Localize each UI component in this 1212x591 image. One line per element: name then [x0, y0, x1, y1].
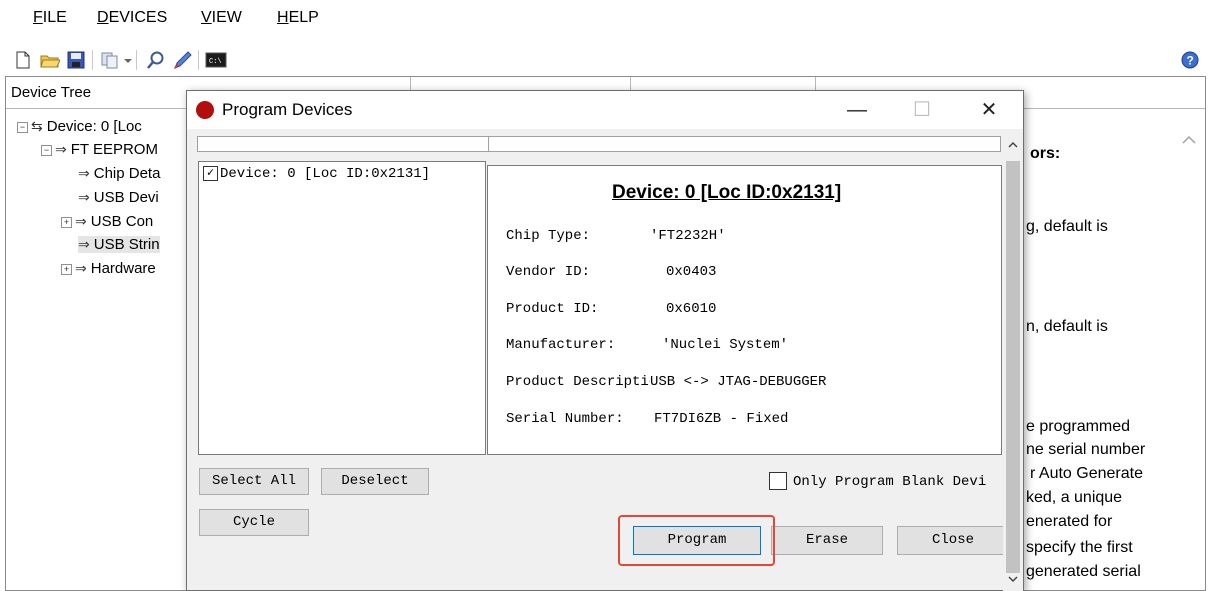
highlight-box — [618, 515, 775, 566]
dialog-title: Program Devices — [222, 100, 353, 119]
dialog-scrollbar[interactable] — [1003, 135, 1023, 591]
menu-view[interactable]: VIEW — [201, 9, 242, 27]
tree-item-chip-details[interactable]: ⇒ Chip Deta — [78, 165, 160, 182]
arrow-right-icon: ⇒ — [78, 189, 90, 205]
toolbar-separator — [198, 50, 199, 70]
tree-item-device[interactable]: − ⇆ Device: 0 [Loc — [17, 118, 142, 135]
close-button[interactable]: Close — [897, 526, 1009, 555]
erase-button[interactable]: Erase — [771, 526, 883, 555]
dialog-header-strip — [197, 136, 1001, 152]
device-checkbox[interactable]: ✓ — [203, 166, 218, 181]
expand-icon[interactable]: + — [61, 216, 72, 228]
svg-text:?: ? — [1187, 54, 1194, 68]
only-program-blank-checkbox[interactable]: Only Program Blank Devi — [769, 472, 1001, 491]
app-icon — [196, 101, 214, 119]
device-list-item[interactable]: ✓ Device: 0 [Loc ID:0x2131] — [203, 166, 430, 182]
info-text-line: enerated for — [1026, 513, 1113, 530]
svg-text:C:\: C:\ — [209, 58, 222, 66]
field-label: Product Descriptio — [506, 374, 650, 390]
tree-item-usb-strings[interactable]: ⇒ USB Strin — [78, 236, 160, 253]
select-all-button[interactable]: Select All — [199, 468, 309, 495]
arrow-right-icon: ⇒ — [78, 236, 90, 252]
field-label: Chip Type: — [506, 228, 591, 244]
vendor-id-value: 0x0403 — [666, 264, 717, 280]
device-info-panel: Device: 0 [Loc ID:0x2131] Chip Type: 'FT… — [487, 165, 1002, 455]
manufacturer-value: 'Nuclei System' — [662, 337, 789, 353]
arrow-right-icon: ⇒ — [55, 141, 67, 157]
arrow-right-icon: ⇒ — [75, 260, 87, 276]
product-description-value: USB <-> JTAG-DEBUGGER — [650, 374, 827, 390]
cycle-button[interactable]: Cycle — [199, 509, 309, 536]
info-text-line: ne serial number — [1026, 441, 1146, 458]
info-text-line: e programmed — [1026, 418, 1131, 435]
collapse-icon[interactable]: − — [17, 121, 28, 133]
info-text-line: generated serial — [1026, 563, 1141, 580]
info-text-line: ors: — [1030, 145, 1061, 162]
product-id-value: 0x6010 — [666, 301, 717, 317]
dialog-title-bar[interactable]: Program Devices — ☐ ✕ — [187, 91, 1023, 129]
field-label: Manufacturer: — [506, 337, 616, 353]
program-devices-dialog: Program Devices — ☐ ✕ ✓ Device: 0 [Loc ID… — [186, 90, 1024, 591]
scroll-up-icon[interactable] — [1176, 130, 1202, 150]
checkbox-box[interactable] — [769, 472, 787, 491]
chip-type-value: 'FT2232H' — [650, 228, 726, 244]
tree-item-usb-config[interactable]: + ⇒ USB Con — [61, 213, 153, 230]
console-icon[interactable]: C:\ — [205, 50, 227, 70]
tree-item-hardware[interactable]: + ⇒ Hardware — [61, 260, 156, 277]
device-heading: Device: 0 [Loc ID:0x2131] — [612, 182, 842, 203]
arrow-right-icon: ⇒ — [75, 213, 87, 229]
scroll-down-icon[interactable] — [1003, 571, 1023, 589]
deselect-button[interactable]: Deselect — [321, 468, 429, 495]
maximize-button[interactable]: ☐ — [902, 95, 942, 125]
usb-icon: ⇆ — [31, 118, 43, 134]
info-text-line: n, default is — [1026, 318, 1108, 335]
device-list[interactable]: ✓ Device: 0 [Loc ID:0x2131] — [198, 161, 486, 455]
menu-file[interactable]: FILE — [33, 9, 67, 27]
scrollbar-thumb[interactable] — [1006, 161, 1020, 573]
field-label: Vendor ID: — [506, 264, 591, 280]
menu-devices[interactable]: DEVICES — [97, 9, 167, 27]
tree-item-ft-eeprom[interactable]: − ⇒ FT EEPROM — [41, 141, 158, 158]
tree-item-usb-device[interactable]: ⇒ USB Devi — [78, 189, 159, 206]
save-icon[interactable] — [66, 50, 86, 70]
program-icon[interactable] — [172, 50, 192, 70]
open-folder-icon[interactable] — [40, 50, 60, 70]
close-window-button[interactable]: ✕ — [969, 95, 1009, 125]
field-label: Serial Number: — [506, 411, 624, 427]
serial-number-value: FT7DI6ZB - Fixed — [654, 411, 789, 427]
info-text-line: specify the first — [1026, 539, 1133, 556]
dropdown-icon[interactable] — [122, 50, 134, 70]
menu-bar: FILE DEVICES VIEW HELP — [0, 0, 1212, 34]
arrow-right-icon: ⇒ — [78, 165, 90, 181]
new-file-icon[interactable] — [13, 50, 33, 70]
info-text-line: ked, a unique — [1026, 489, 1123, 506]
info-text-line: g, default is — [1026, 218, 1108, 235]
minimize-button[interactable]: — — [837, 95, 877, 125]
menu-help[interactable]: HELP — [277, 9, 319, 27]
help-icon[interactable]: ? — [1180, 50, 1200, 70]
copy-icon[interactable] — [100, 50, 120, 70]
field-label: Product ID: — [506, 301, 599, 317]
search-icon[interactable] — [146, 50, 166, 70]
info-text-line: r Auto Generate — [1030, 465, 1143, 482]
scroll-up-icon[interactable] — [1003, 135, 1023, 153]
collapse-icon[interactable]: − — [41, 144, 52, 156]
expand-icon[interactable]: + — [61, 263, 72, 275]
toolbar-separator — [136, 50, 137, 70]
info-scrollbar[interactable] — [1176, 130, 1202, 591]
toolbar-separator — [92, 50, 93, 70]
